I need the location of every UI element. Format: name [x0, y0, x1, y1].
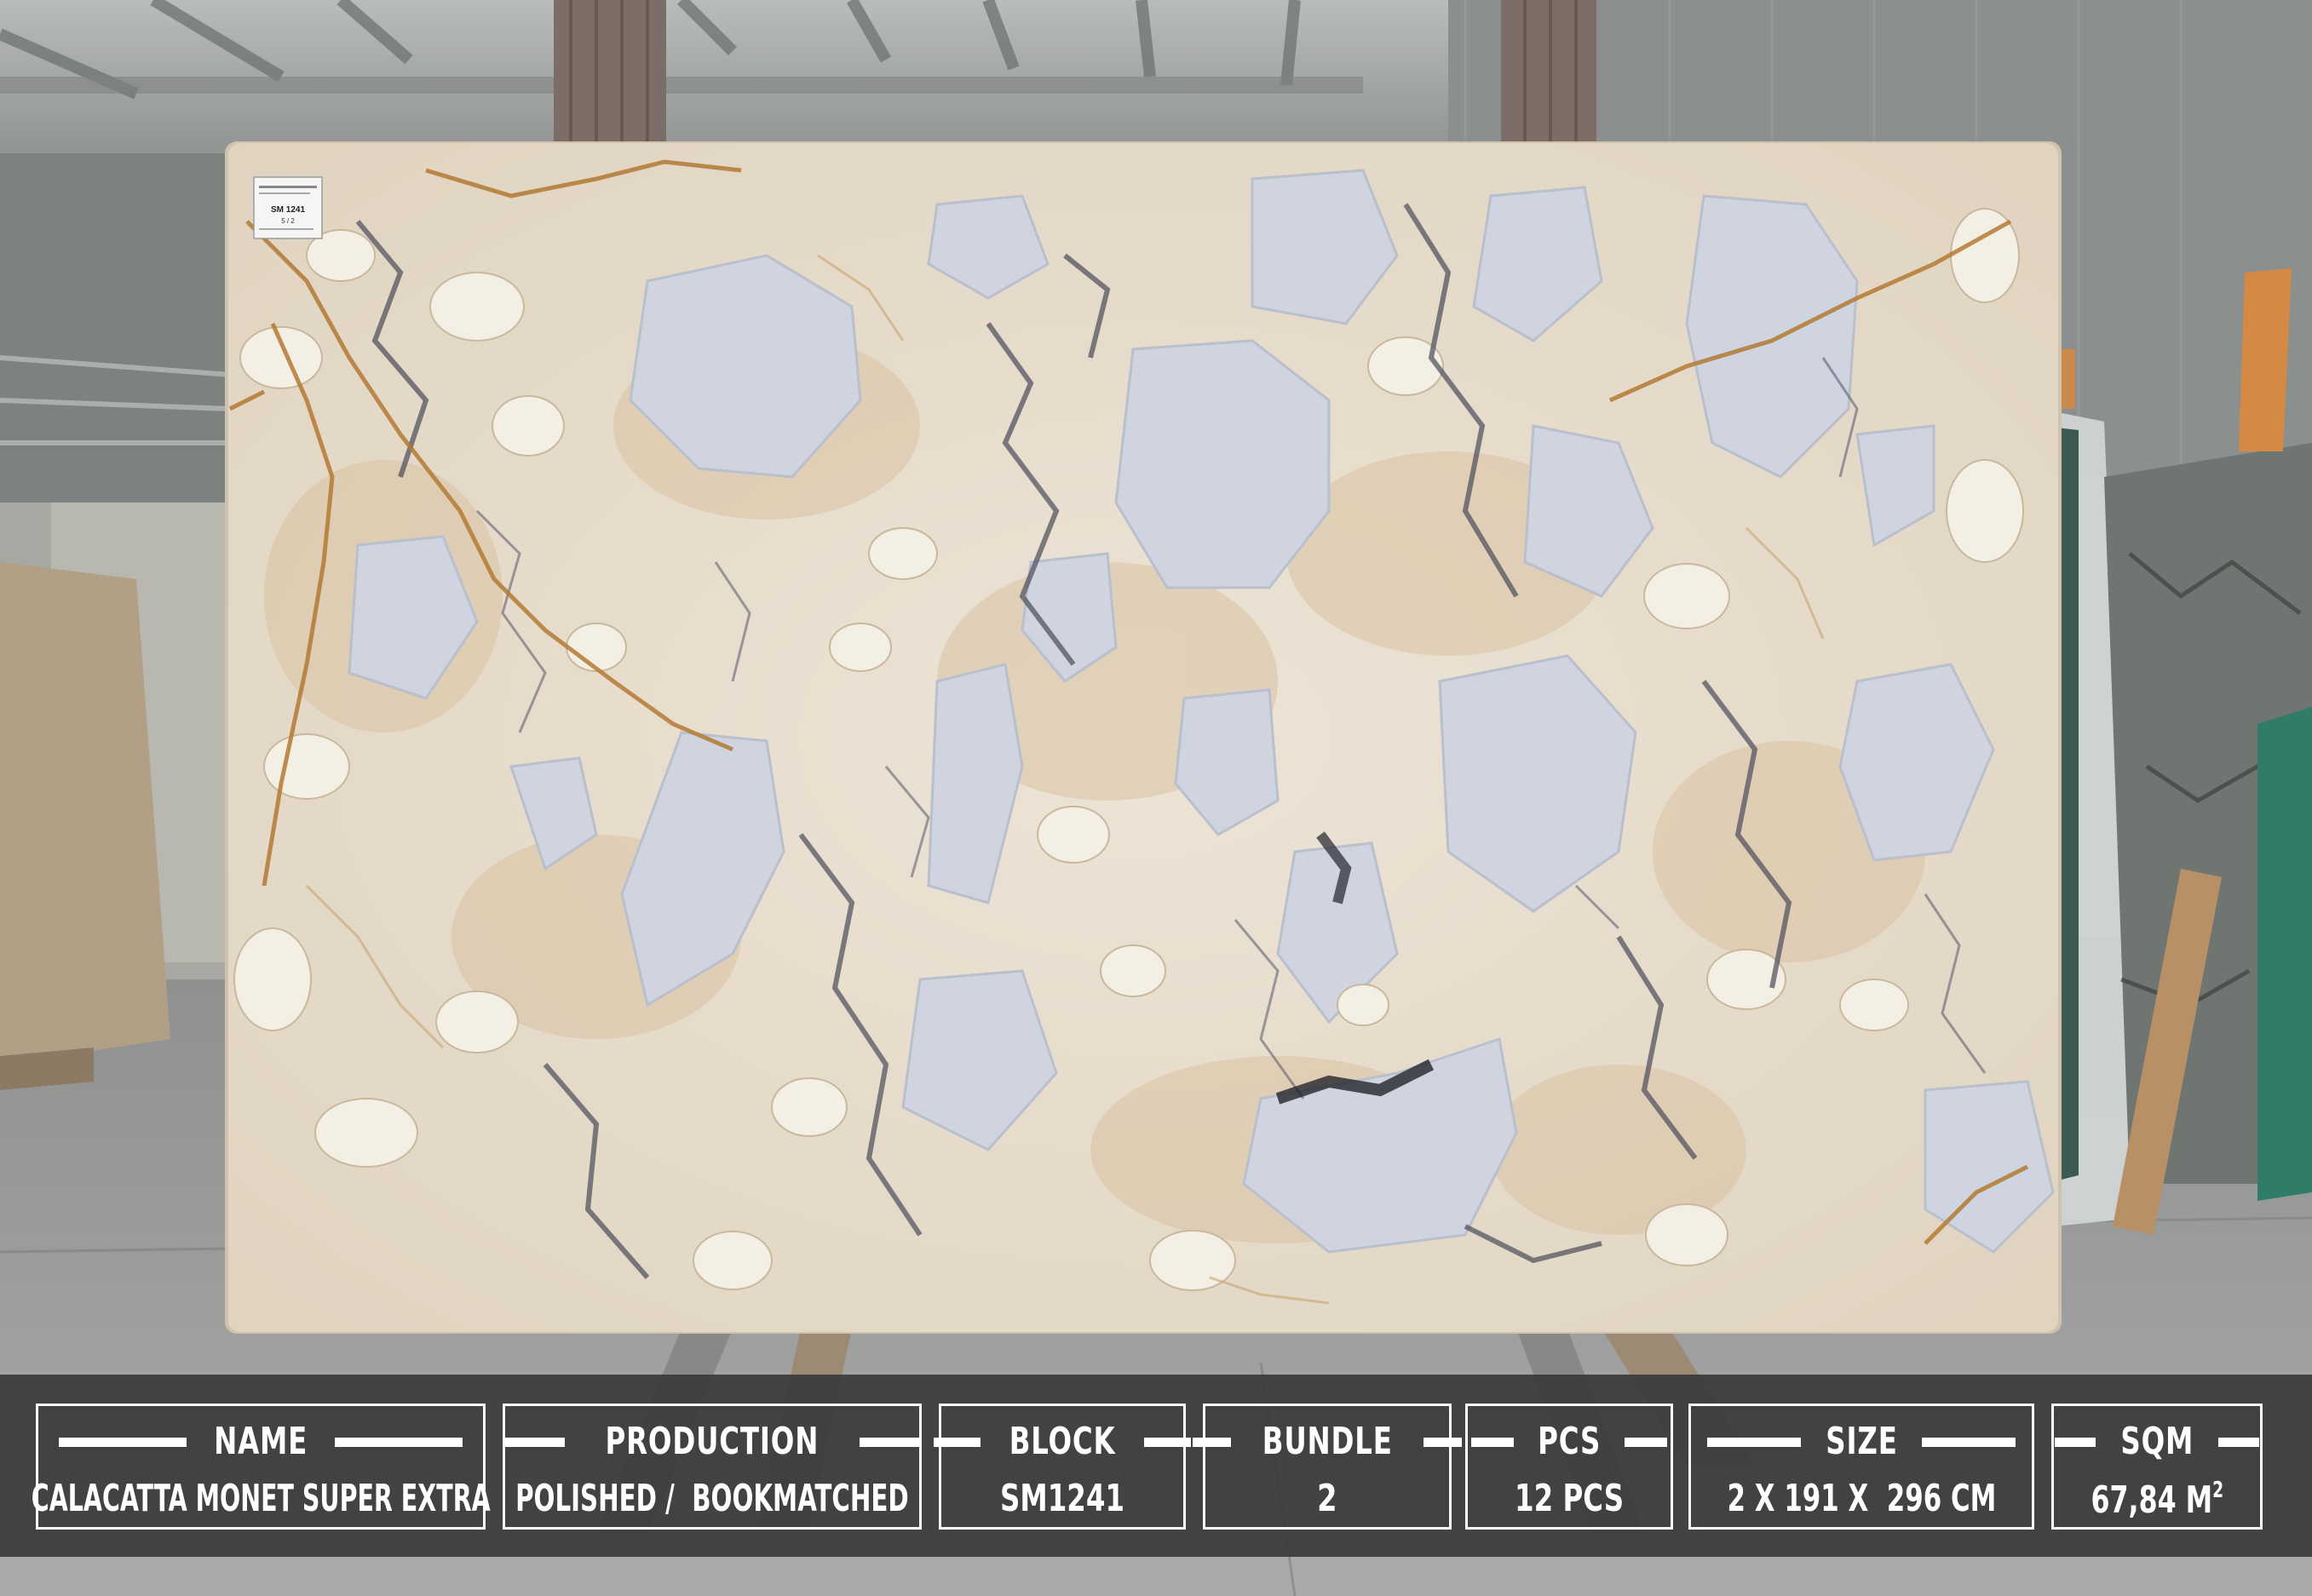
header-rule: [335, 1437, 463, 1447]
block-value: SM1241: [999, 1477, 1125, 1520]
header-rule: [859, 1437, 919, 1447]
header-rule: [1423, 1437, 1463, 1447]
header-rule: [1192, 1437, 1231, 1447]
slab-tag-subtext: 5 / 2: [281, 217, 295, 225]
production-label: PRODUCTION: [605, 1420, 820, 1463]
header-rule: [1144, 1437, 1192, 1447]
sqm-value-wrap: 67,84 M2: [2091, 1479, 2223, 1519]
name-label: NAME: [213, 1420, 308, 1463]
header-rule: [2218, 1437, 2260, 1447]
sqm-value: 67,84 M: [2091, 1478, 2212, 1522]
block-label: BLOCK: [1009, 1420, 1116, 1463]
block-field: BLOCK SM1241: [933, 1404, 1192, 1530]
header-rule: [58, 1437, 187, 1447]
size-value: 2 X 191 X 296 CM: [1727, 1477, 1996, 1520]
size-label: SIZE: [1825, 1420, 1898, 1463]
pcs-value: 12 PCS: [1514, 1477, 1625, 1520]
bundle-field: BUNDLE 2: [1192, 1404, 1463, 1530]
production-field: PRODUCTION POLISHED / BOOKMATCHED: [503, 1404, 922, 1530]
sqm-unit-exponent: 2: [2211, 1477, 2223, 1503]
header-rule: [1706, 1437, 1801, 1447]
header-rule: [505, 1437, 566, 1447]
sqm-field: SQM 67,84 M2: [2051, 1404, 2263, 1530]
pcs-label: PCS: [1537, 1420, 1602, 1463]
header-rule: [933, 1437, 981, 1447]
production-value: POLISHED / BOOKMATCHED: [515, 1477, 909, 1520]
header-rule: [1625, 1437, 1668, 1447]
name-field: NAME CALACATTA MONET SUPER EXTRA: [32, 1404, 490, 1530]
warehouse-photo: SM 1241 5 / 2: [0, 0, 2312, 1596]
pcs-field: PCS 12 PCS: [1465, 1404, 1673, 1530]
slab-tag-code: SM 1241: [271, 205, 305, 215]
size-field: SIZE 2 X 191 X 296 CM: [1688, 1404, 2034, 1530]
sqm-label: SQM: [2120, 1420, 2194, 1463]
header-rule: [1470, 1437, 1514, 1447]
name-value: CALACATTA MONET SUPER EXTRA: [31, 1477, 491, 1520]
bundle-label: BUNDLE: [1262, 1420, 1393, 1463]
header-rule: [1922, 1437, 2016, 1447]
slab-tag: SM 1241 5 / 2: [253, 176, 323, 239]
marble-slab: SM 1241 5 / 2: [225, 141, 2062, 1334]
bundle-value: 2: [1317, 1477, 1337, 1520]
header-rule: [2054, 1437, 2096, 1447]
